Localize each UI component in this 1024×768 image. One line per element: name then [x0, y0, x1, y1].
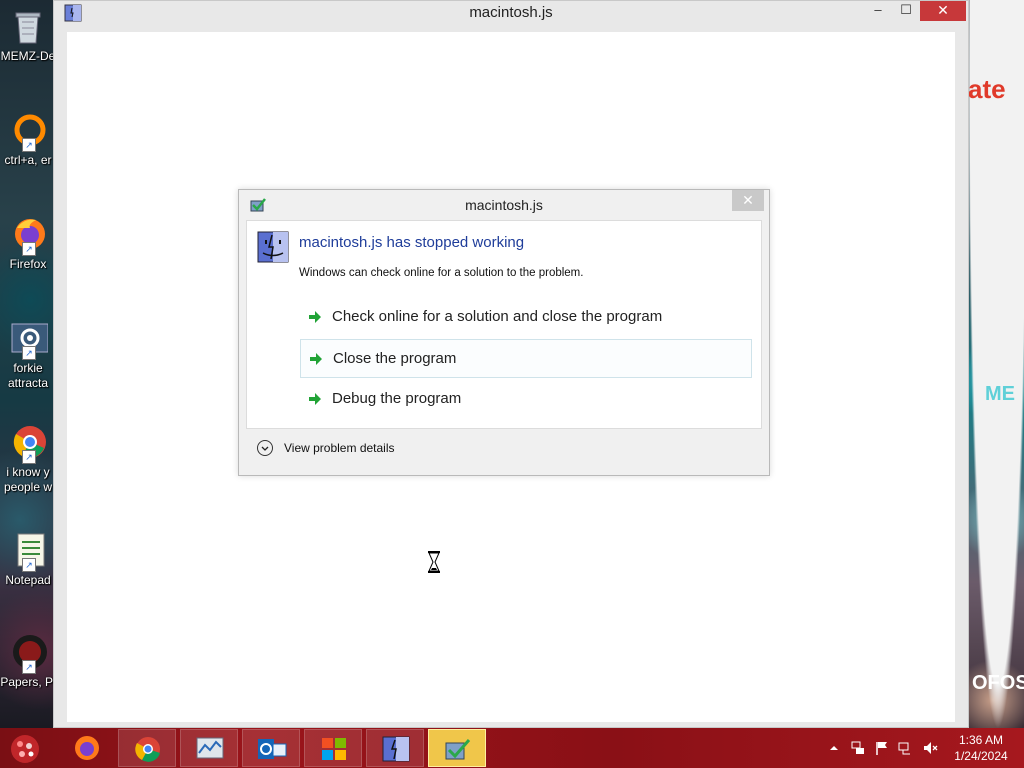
window-title: macintosh.js: [469, 4, 553, 21]
desktop-icon-label: forkie attracta: [7, 361, 49, 390]
desktop-icon-memz[interactable]: MEMZ-De: [0, 6, 56, 64]
taskbar-resource-monitor[interactable]: [180, 729, 238, 767]
dialog-heading: macintosh.js has stopped working: [299, 234, 525, 251]
notepad-icon: ↗: [8, 530, 48, 572]
taskbar-windows[interactable]: [304, 729, 362, 767]
error-dialog: macintosh.js ✕ macintosh.js has stopped …: [238, 189, 770, 476]
taskbar-chrome[interactable]: [118, 729, 176, 767]
wallpaper-text: OFOS: [972, 672, 1024, 694]
close-program-option[interactable]: Close the program: [300, 339, 752, 378]
maximize-button[interactable]: ☐: [892, 1, 920, 21]
finder-icon: [382, 736, 410, 762]
wallpaper-text: ate: [968, 74, 1006, 104]
wallpaper-text: ME: [985, 383, 1015, 405]
title-bar[interactable]: macintosh.js – ☐ ✕: [54, 1, 968, 27]
taskbar-firefox[interactable]: [58, 729, 116, 767]
outlook-icon: [258, 739, 287, 759]
action-center-flag-icon[interactable]: [874, 740, 890, 756]
resource-monitor-icon: [196, 737, 224, 759]
chrome-icon: ↗: [8, 422, 48, 464]
option-label: Debug the program: [332, 390, 462, 407]
error-report-icon: [445, 739, 471, 760]
dialog-subtext: Windows can check online for a solution …: [299, 267, 584, 279]
chrome-icon: [135, 737, 160, 762]
desktop-icon-forkie[interactable]: ↗ forkie attracta: [0, 318, 56, 391]
firefox-icon: ↗: [8, 214, 48, 256]
desktop-icon-ctrl-a[interactable]: ↗ ctrl+a, er: [0, 110, 56, 168]
taskbar-macintosh-js[interactable]: [366, 729, 424, 767]
clock-date: 1/24/2024: [954, 749, 1008, 763]
network-wired-icon[interactable]: [898, 740, 914, 756]
shortcut-ring-icon: ↗: [8, 110, 48, 152]
view-details-toggle[interactable]: View problem details: [246, 430, 762, 468]
show-hidden-icons[interactable]: [826, 740, 842, 756]
volume-muted-icon[interactable]: [922, 740, 938, 756]
taskbar: 1:36 AM 1/24/2024: [0, 728, 1024, 768]
desktop-icon-label: i know y people w: [3, 465, 53, 494]
settings-app-icon: ↗: [8, 318, 49, 360]
wallpaper-art: [968, 0, 1024, 728]
recycle-bin-icon: [8, 6, 48, 46]
finder-icon: [257, 231, 289, 263]
dialog-close-button[interactable]: ✕: [732, 190, 764, 211]
desktop-icon-label: Notepad: [5, 573, 51, 587]
close-button[interactable]: ✕: [920, 1, 966, 21]
taskbar-error-report[interactable]: [428, 729, 486, 767]
papers-please-icon: ↗: [8, 632, 48, 674]
green-arrow-icon: [309, 393, 321, 405]
check-online-option[interactable]: Check online for a solution and close th…: [300, 298, 752, 337]
clock[interactable]: 1:36 AM 1/24/2024: [950, 732, 1012, 764]
dialog-title: macintosh.js: [465, 197, 543, 213]
system-tray: [826, 728, 956, 768]
network-icon[interactable]: [850, 740, 866, 756]
chevron-down-icon: [257, 440, 273, 456]
desktop-icon-notepad[interactable]: ↗ Notepad: [0, 530, 56, 588]
debug-program-option[interactable]: Debug the program: [300, 380, 752, 419]
green-arrow-icon: [310, 353, 322, 365]
desktop-icon-label: ctrl+a, er: [4, 153, 52, 167]
option-label: Check online for a solution and close th…: [332, 308, 663, 325]
minimize-button[interactable]: –: [864, 1, 892, 21]
firefox-icon: [75, 736, 99, 760]
view-details-label: View problem details: [284, 441, 395, 455]
hourglass-cursor-icon: [428, 551, 440, 573]
desktop-icon-label: MEMZ-De: [0, 49, 56, 63]
desktop-icon-papers-please[interactable]: ↗ Papers, Pl: [0, 632, 56, 690]
desktop-icon-firefox[interactable]: ↗ Firefox: [0, 214, 56, 272]
desktop-icon-label: Firefox: [9, 257, 47, 271]
desktop-icon-label: Papers, Pl: [0, 675, 56, 689]
clock-time: 1:36 AM: [958, 733, 1004, 747]
windows-logo-icon: [322, 738, 346, 760]
desktop-icon-chrome[interactable]: ↗ i know y people w: [0, 422, 56, 495]
taskbar-outlook[interactable]: [242, 729, 300, 767]
option-label: Close the program: [333, 350, 457, 367]
green-arrow-icon: [309, 311, 321, 323]
dialog-body: macintosh.js has stopped working Windows…: [246, 220, 762, 429]
start-button[interactable]: [8, 732, 42, 766]
